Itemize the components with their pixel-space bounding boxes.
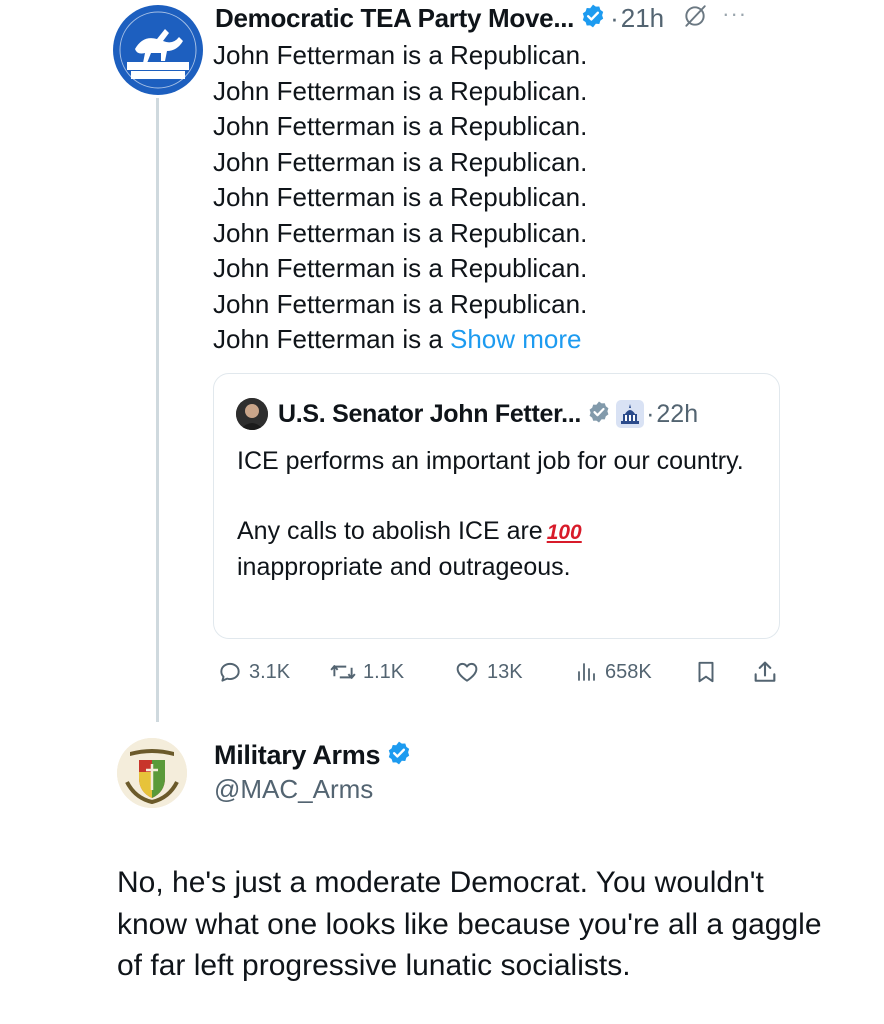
quoted-paragraph: inappropriate and outrageous.: [237, 553, 571, 581]
quoted-text: Any calls to abolish ICE are: [237, 517, 543, 545]
grok-icon[interactable]: [682, 3, 708, 34]
person-avatar-icon: [236, 398, 268, 430]
views-button[interactable]: 658K: [575, 655, 652, 689]
tweet-action-bar: 3.1K 1.1K 13K 658K: [213, 655, 783, 689]
military-arms-avatar[interactable]: [117, 738, 187, 808]
reply-icon: [220, 662, 240, 682]
tweet-line: John Fetterman is a Republican.: [213, 217, 588, 248]
reply-author-name[interactable]: Military Arms: [214, 740, 380, 771]
views-count: 658K: [605, 660, 652, 683]
tweet-line: John Fetterman is a Republican.: [213, 111, 588, 141]
verified-badge-gray-icon: [587, 400, 611, 429]
truncated-text: John Fetterman is a: [213, 324, 450, 354]
quoted-author-avatar[interactable]: [236, 398, 268, 430]
like-count: 13K: [487, 660, 523, 683]
tweet-line: John Fetterman is a Republican.: [213, 182, 588, 212]
time-separator: ·: [610, 2, 619, 33]
author-name[interactable]: Democratic TEA Party Move...: [215, 3, 574, 34]
hundred-emoji: 100: [546, 521, 582, 544]
tweet-line: John Fetterman is a Republican.: [213, 40, 588, 70]
time-separator: ·: [646, 399, 655, 428]
capitol-badge-icon: [616, 400, 645, 428]
quoted-tweet-text: ICE performs an important job for our co…: [237, 444, 757, 585]
reply-button[interactable]: 3.1K: [217, 655, 290, 689]
quoted-tweet-header: U.S. Senator John Fetter... · 22h: [278, 396, 698, 432]
quoted-paragraph: ICE performs an important job for our co…: [237, 447, 744, 475]
bookmark-icon: [698, 661, 714, 683]
verified-badge-icon: [386, 740, 412, 771]
show-more-link[interactable]: Show more: [450, 324, 582, 354]
repost-button[interactable]: 1.1K: [329, 655, 404, 689]
tweet-line: John Fetterman is a Republican.: [213, 288, 588, 319]
thread-connector-line: [156, 98, 159, 722]
reply-count: 3.1K: [249, 660, 291, 683]
donkey-logo-icon: [114, 6, 202, 94]
more-options-icon[interactable]: ···: [722, 1, 747, 27]
tweet-text: John Fetterman is a Republican. John Fet…: [213, 38, 813, 358]
shield-logo-icon: [117, 738, 187, 808]
heart-icon: [456, 662, 478, 682]
repost-icon: [330, 665, 356, 679]
reply-author-header: Military Arms: [214, 738, 412, 772]
quoted-author-name[interactable]: U.S. Senator John Fetter...: [278, 400, 581, 429]
quoted-tweet-time[interactable]: 22h: [656, 400, 698, 429]
share-icon: [754, 661, 776, 682]
reply-text: No, he's just a moderate Democrat. You w…: [117, 866, 822, 982]
repost-count: 1.1K: [363, 660, 405, 683]
verified-badge-icon: [580, 3, 606, 34]
like-button[interactable]: 13K: [453, 655, 523, 689]
views-chart-icon: [578, 663, 595, 681]
quoted-paragraph: Any calls to abolish ICE are 100: [237, 514, 757, 550]
tweet-line: John Fetterman is a Republican.: [213, 146, 588, 177]
democratic-tea-party-avatar[interactable]: [113, 5, 203, 95]
bookmark-button[interactable]: [693, 655, 719, 689]
tweet-line-truncated: John Fetterman is a Show more: [213, 322, 813, 358]
tweet-line: John Fetterman is a Republican.: [213, 75, 588, 106]
tweet-time[interactable]: 21h: [621, 3, 664, 34]
tweet-header: Democratic TEA Party Move... · 21h ···: [215, 0, 747, 36]
tweet-line: John Fetterman is a Republican.: [213, 253, 588, 283]
reply-author-handle[interactable]: @MAC_Arms: [214, 774, 373, 805]
share-button[interactable]: [751, 655, 779, 689]
